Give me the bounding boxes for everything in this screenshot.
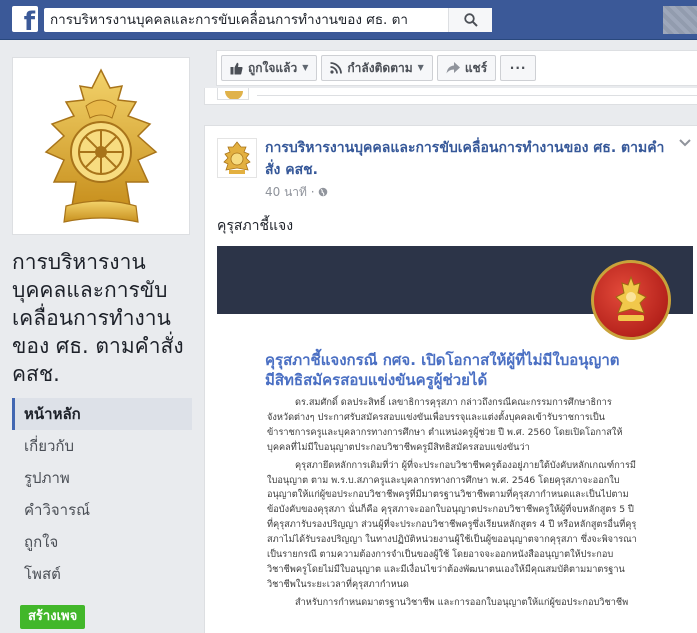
image-paragraph: สำหรับการกำหนดมาตรฐานวิชาชีพ และการออกใบ…: [295, 596, 629, 608]
post-card: การบริหารงานบุคคลและการขับเคลื่อนการทำงา…: [204, 125, 697, 633]
previous-post-avatar: [217, 88, 249, 100]
page-profile-picture-frame[interactable]: [12, 57, 190, 235]
image-headline-line-2: มีสิทธิสมัครสอบแข่งขันครูผู้ช่วยได้: [265, 371, 488, 389]
teachers-council-seal-icon: [591, 260, 671, 340]
image-headline-line-1: คุรุสภาชี้แจงกรณี กศจ. เปิดโอกาสให้ผู้ที…: [265, 351, 620, 369]
divider: [257, 95, 697, 96]
chevron-down-icon: ▼: [417, 63, 424, 72]
page-navigation: หน้าหลัก เกี่ยวกับ รูปภาพ คำวิจารณ์ ถูกใ…: [12, 398, 192, 590]
facebook-logo-icon[interactable]: f: [12, 6, 38, 35]
image-headline: คุรุสภาชี้แจงกรณี กศจ. เปิดโอกาสให้ผู้ที…: [265, 350, 645, 390]
share-arrow-icon: [446, 62, 460, 74]
image-body-text: ดร.สมศักดิ์ ดลประสิทธิ์ เลขาธิการคุรุสภา…: [267, 396, 637, 614]
thumbs-up-icon: [230, 62, 243, 74]
more-options-button[interactable]: ···: [500, 55, 537, 81]
previous-post-fragment: [204, 88, 697, 105]
nav-item-home[interactable]: หน้าหลัก: [12, 398, 192, 430]
ministry-emblem-logo: [17, 62, 185, 230]
nav-item-about[interactable]: เกี่ยวกับ: [12, 430, 192, 462]
post-author-avatar[interactable]: [217, 138, 257, 178]
image-paragraph: คุรุสภายึดหลักการเดิมที่ว่า ผู้ที่จะประก…: [267, 459, 637, 590]
post-message: คุรุสภาชี้แจง: [217, 218, 294, 234]
search-icon: [464, 13, 478, 27]
ministry-emblem-icon: [223, 141, 251, 174]
share-button-label: แชร์: [464, 61, 488, 75]
post-attached-image[interactable]: คุรุสภาชี้แจงกรณี กศจ. เปิดโอกาสให้ผู้ที…: [217, 246, 693, 633]
create-page-button[interactable]: สร้างเพจ: [20, 605, 86, 629]
following-button-label: กำลังติดตาม: [347, 61, 413, 75]
chevron-down-icon: ▼: [302, 63, 309, 72]
search-box[interactable]: การบริหารงานบุคคลและการขับเคลื่อนการทำงา…: [44, 8, 492, 32]
user-avatar[interactable]: [663, 6, 697, 34]
page-title: การบริหารงานบุคคลและการขับเคลื่อนการทำงา…: [12, 250, 184, 386]
liked-button-label: ถูกใจแล้ว: [248, 61, 298, 75]
ministry-emblem-icon: [44, 68, 158, 223]
search-input[interactable]: การบริหารงานบุคคลและการขับเคลื่อนการทำงา…: [44, 8, 448, 32]
post-options-chevron-icon[interactable]: [679, 136, 691, 150]
nav-item-likes[interactable]: ถูกใจ: [12, 526, 192, 558]
nav-item-posts[interactable]: โพสต์: [12, 558, 192, 590]
search-button[interactable]: [448, 8, 492, 32]
liked-button[interactable]: ถูกใจแล้ว ▼: [221, 55, 318, 81]
nav-item-reviews[interactable]: คำวิจารณ์: [12, 494, 192, 526]
rss-follow-icon: [330, 62, 343, 74]
share-button[interactable]: แชร์: [436, 55, 497, 81]
globe-icon: [319, 187, 328, 197]
following-button[interactable]: กำลังติดตาม ▼: [321, 55, 433, 81]
post-timestamp[interactable]: 40 นาที ·: [265, 183, 328, 202]
post-time-label: 40 นาที ·: [265, 185, 315, 199]
image-paragraph: ดร.สมศักดิ์ ดลประสิทธิ์ เลขาธิการคุรุสภา…: [267, 397, 623, 453]
page-action-bar: ถูกใจแล้ว ▼ กำลังติดตาม ▼ แชร์ ···: [216, 50, 697, 86]
nav-item-photos[interactable]: รูปภาพ: [12, 462, 192, 494]
top-bar: f การบริหารงานบุคคลและการขับเคลื่อนการทำ…: [0, 0, 697, 40]
post-author-link[interactable]: การบริหารงานบุคคลและการขับเคลื่อนการทำงา…: [265, 137, 665, 181]
